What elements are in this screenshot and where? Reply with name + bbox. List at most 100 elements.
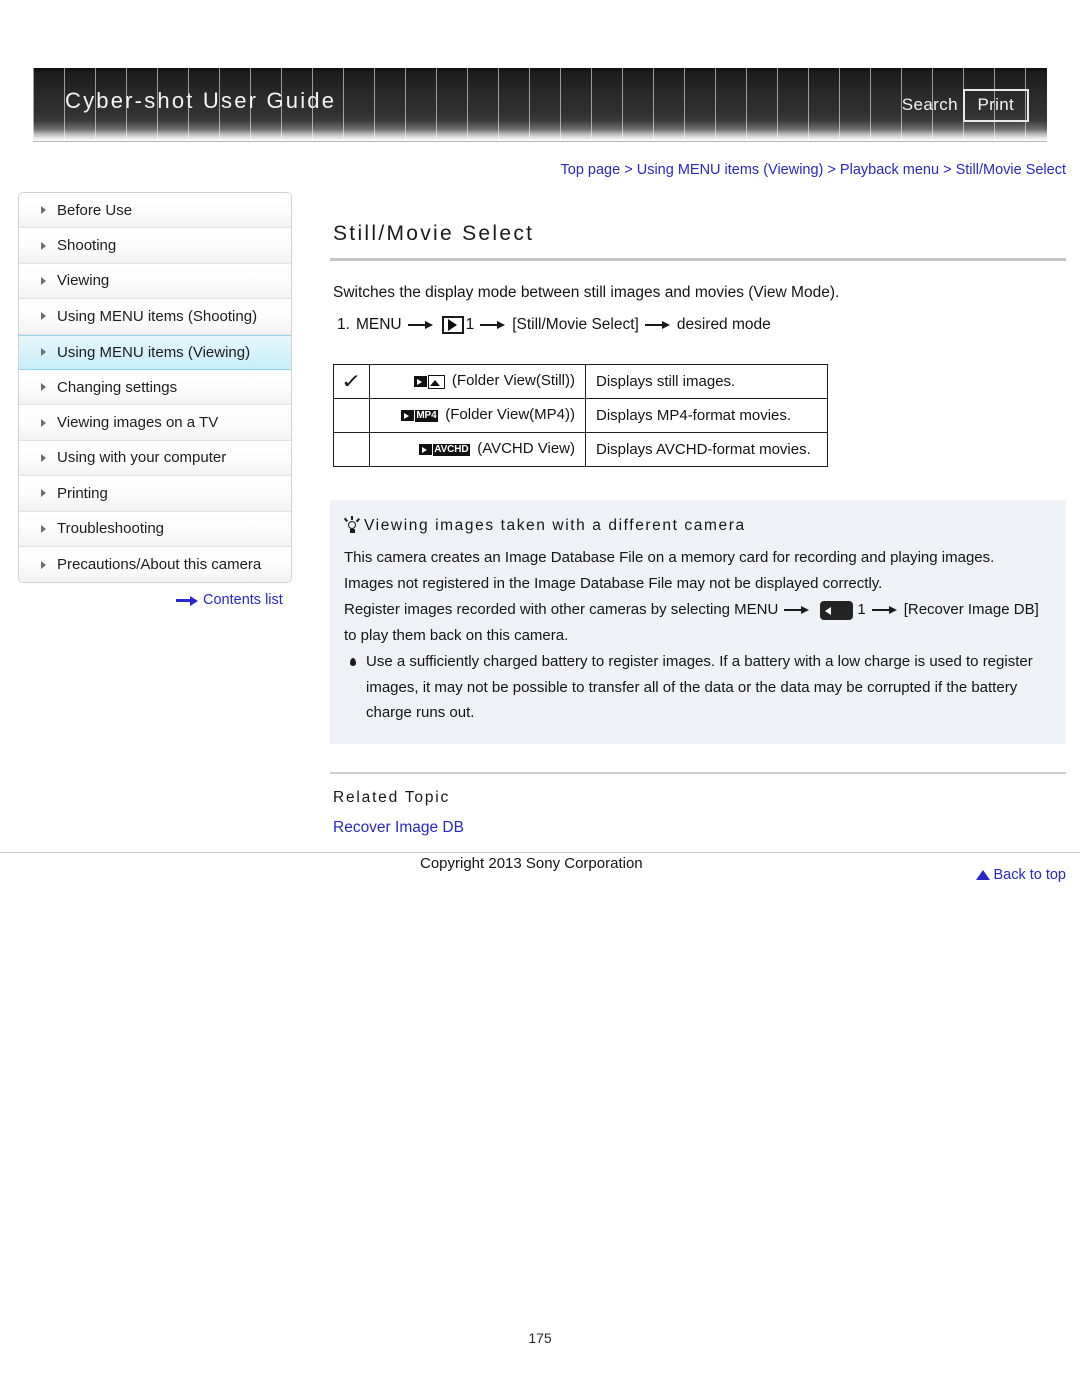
- icon-text: MP4: [414, 409, 439, 422]
- view-mode-options-table: ✓ (Folder View(Still)) Displays still im…: [333, 364, 828, 467]
- sidebar-item-label: Using MENU items (Shooting): [57, 307, 258, 325]
- setup-menu-icon: [820, 600, 854, 620]
- folder-view-still-icon: [413, 373, 445, 391]
- step-menu-index: 1: [465, 316, 475, 333]
- arrow-right-icon: [871, 605, 898, 616]
- step-tail: desired mode: [676, 316, 771, 333]
- step-number: 1.: [337, 316, 350, 333]
- document-page: Cyber-shot User Guide Search Print Top p…: [0, 0, 1080, 1397]
- step-1-instruction: 1. MENU 1 [Still/Movie Select] desired m…: [337, 316, 1066, 334]
- sidebar-item-label: Shooting: [57, 237, 117, 255]
- row-mode-label: (AVCHD View): [477, 440, 575, 458]
- sidebar-item-changing-settings[interactable]: Changing settings: [19, 369, 291, 406]
- row-mode-label: (Folder View(Still)): [451, 372, 575, 390]
- tip-line-3-prefix: Register images recorded with other came…: [344, 601, 779, 618]
- chevron-right-icon: [41, 206, 46, 215]
- sidebar-item-viewing-images-on-a-tv[interactable]: Viewing images on a TV: [19, 405, 291, 441]
- tip-callout-box: Viewing images taken with a different ca…: [330, 500, 1066, 744]
- chevron-right-icon: [41, 348, 46, 357]
- breadcrumb-item-current: Still/Movie Select: [955, 162, 1066, 178]
- chevron-right-icon: [41, 276, 46, 285]
- sidebar-item-label: Using with your computer: [57, 449, 227, 467]
- step-menu-label: MENU: [355, 316, 402, 333]
- table-row[interactable]: MP4 (Folder View(MP4)) Displays MP4-form…: [333, 398, 828, 433]
- sidebar-item-label: Viewing: [57, 272, 110, 290]
- footer-divider: [0, 852, 1080, 853]
- list-item: Use a sufficiently charged battery to re…: [344, 649, 1048, 726]
- sidebar-item-label: Precautions/About this camera: [57, 556, 262, 574]
- sidebar-item-using-menu-items-viewing[interactable]: Using MENU items (Viewing): [19, 334, 291, 370]
- row-mode-cell: AVCHD (AVCHD View): [369, 432, 586, 467]
- folder-view-mp4-icon: MP4: [400, 407, 439, 425]
- site-header: Cyber-shot User Guide Search Print: [33, 68, 1047, 141]
- tip-heading: Viewing images taken with a different ca…: [343, 516, 1048, 536]
- tip-heading-label: Viewing images taken with a different ca…: [364, 517, 746, 534]
- print-button[interactable]: Print: [962, 89, 1029, 122]
- contents-list-link[interactable]: Contents list: [176, 592, 283, 608]
- main-content: Still/Movie Select Switches the display …: [330, 192, 1066, 883]
- sidebar-item-label: Using MENU items (Viewing): [57, 343, 251, 361]
- chevron-right-icon: [41, 383, 46, 392]
- sidebar-item-shooting[interactable]: Shooting: [19, 228, 291, 264]
- search-button[interactable]: Search: [902, 95, 958, 115]
- tip-line-3: Register images recorded with other came…: [344, 597, 1048, 623]
- sidebar-item-using-with-your-computer[interactable]: Using with your computer: [19, 440, 291, 477]
- sidebar-item-label: Printing: [57, 484, 108, 502]
- step-bracket-item: [Still/Movie Select]: [512, 316, 639, 333]
- breadcrumb-separator: >: [624, 162, 633, 178]
- page-number: 175: [528, 1330, 552, 1346]
- tip-bullet-list: Use a sufficiently charged battery to re…: [344, 649, 1048, 726]
- sidebar-item-troubleshooting[interactable]: Troubleshooting: [19, 511, 291, 547]
- arrow-right-icon: [784, 605, 810, 616]
- table-row[interactable]: AVCHD (AVCHD View) Displays AVCHD-format…: [333, 432, 828, 467]
- page-title: Still/Movie Select: [333, 222, 535, 245]
- row-selected-checkmark-cell: [333, 432, 370, 467]
- sidebar-item-precautions-about-this-camera[interactable]: Precautions/About this camera: [19, 546, 291, 583]
- row-mode-cell: (Folder View(Still)): [369, 364, 586, 399]
- chevron-right-icon: [41, 312, 46, 321]
- arrow-right-icon: [407, 320, 434, 331]
- tip-line-3-index: 1: [857, 601, 866, 618]
- sidebar-item-viewing[interactable]: Viewing: [19, 263, 291, 300]
- chevron-right-icon: [41, 560, 46, 569]
- breadcrumb-item-using-menu-items-viewing[interactable]: Using MENU items (Viewing): [637, 162, 824, 178]
- triangle-up-icon: [976, 869, 991, 880]
- row-selected-checkmark-cell: [333, 398, 370, 433]
- sidebar-item-label: Before Use: [57, 201, 133, 219]
- tip-line-3-suffix: [Recover Image DB]: [903, 601, 1039, 618]
- breadcrumb-item-playback-menu[interactable]: Playback menu: [840, 162, 939, 178]
- breadcrumb: Top page > Using MENU items (Viewing) > …: [561, 162, 1066, 178]
- row-selected-checkmark-cell: ✓: [333, 364, 370, 399]
- lightbulb-icon: [343, 516, 360, 536]
- row-description-cell: Displays AVCHD-format movies.: [585, 432, 828, 467]
- sidebar-item-before-use[interactable]: Before Use: [19, 193, 291, 229]
- sidebar-item-using-menu-items-shooting[interactable]: Using MENU items (Shooting): [19, 299, 291, 335]
- breadcrumb-item-top-page[interactable]: Top page: [561, 162, 621, 178]
- related-topic-heading: Related Topic: [333, 788, 451, 806]
- row-description-cell: Displays MP4-format movies.: [585, 398, 828, 433]
- arrow-right-icon: [644, 320, 671, 331]
- table-row[interactable]: ✓ (Folder View(Still)) Displays still im…: [333, 364, 828, 399]
- breadcrumb-separator: >: [827, 162, 836, 178]
- row-mode-label: (Folder View(MP4)): [445, 406, 575, 424]
- avchd-view-icon: AVCHD: [418, 441, 471, 459]
- intro-paragraph: Switches the display mode between still …: [333, 284, 840, 301]
- chevron-right-icon: [41, 453, 46, 462]
- back-to-top-label: Back to top: [993, 866, 1066, 883]
- related-topic-link-recover-image-db[interactable]: Recover Image DB: [333, 819, 464, 837]
- copyright-text: Copyright 2013 Sony Corporation: [420, 855, 643, 872]
- chevron-right-icon: [41, 418, 46, 427]
- sidebar-item-printing[interactable]: Printing: [19, 476, 291, 512]
- arrow-right-icon: [176, 595, 198, 606]
- arrow-right-icon: [480, 320, 506, 331]
- playback-play-icon: [441, 316, 464, 334]
- site-title: Cyber-shot User Guide: [65, 88, 337, 113]
- tip-line-4: to play them back on this camera.: [344, 627, 569, 644]
- sidebar-item-label: Troubleshooting: [57, 520, 165, 538]
- breadcrumb-separator: >: [943, 162, 952, 178]
- chevron-right-icon: [41, 489, 46, 498]
- title-divider: [330, 258, 1066, 261]
- sidebar-item-label: Changing settings: [57, 378, 178, 396]
- check-icon: ✓: [341, 370, 362, 393]
- chevron-right-icon: [41, 241, 46, 250]
